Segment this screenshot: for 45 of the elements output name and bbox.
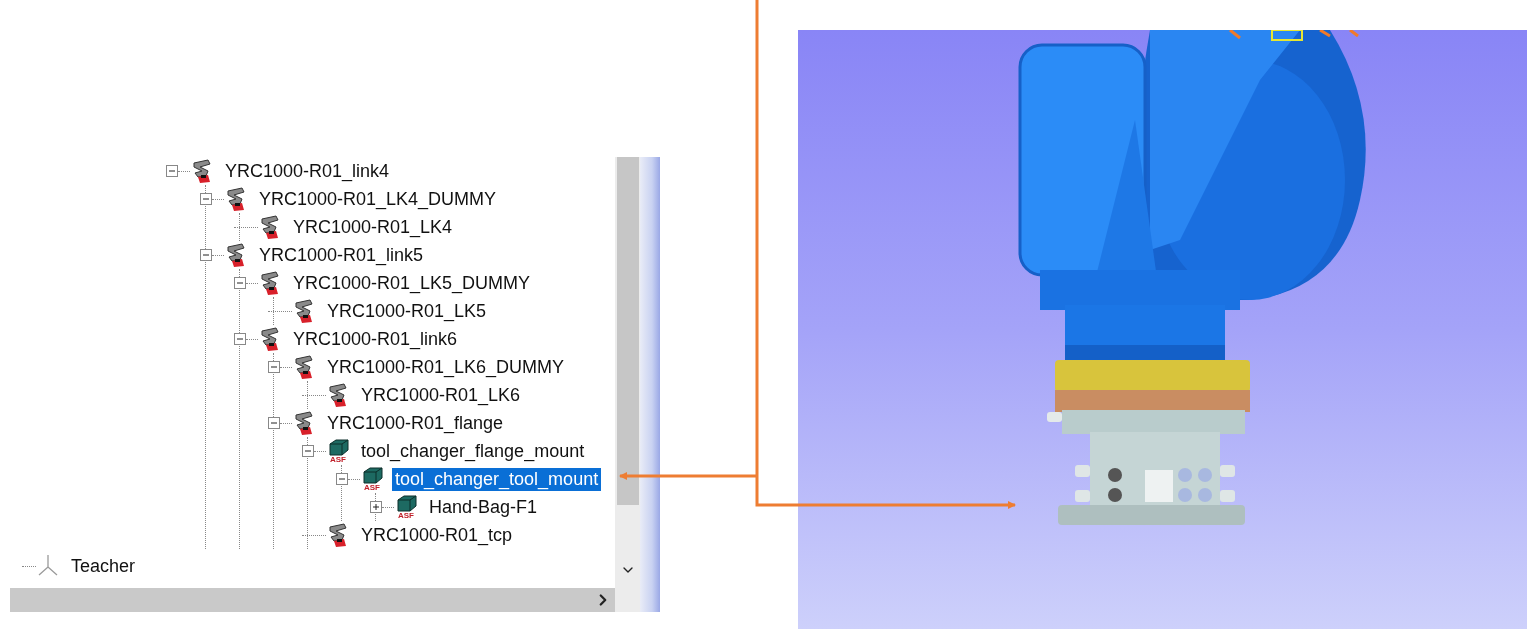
frame-icon [326,522,350,548]
collapse-toggle[interactable] [200,193,212,205]
scrollbar-thumb[interactable] [616,157,639,505]
tree-item[interactable]: YRC1000-R01_link6 [290,327,461,351]
collapse-toggle[interactable] [336,473,348,485]
vertical-scrollbar[interactable] [615,157,640,612]
frame-icon [292,354,316,380]
frame-icon [258,270,282,296]
tree-item[interactable]: tool_changer_flange_mount [358,439,588,463]
icon-label: ASF [364,484,380,492]
expand-toggle[interactable] [370,501,382,513]
tree-item[interactable]: YRC1000-R01_LK5 [324,299,490,323]
tree-item[interactable]: YRC1000-R01_LK5_DUMMY [290,271,534,295]
frame-icon [258,214,282,240]
frame-icon [292,410,316,436]
collapse-toggle[interactable] [268,361,280,373]
tree-item[interactable]: YRC1000-R01_tcp [358,523,516,547]
tree-item[interactable]: YRC1000-R01_link4 [222,159,393,183]
frame-icon [258,326,282,352]
icon-label: ASF [398,512,414,520]
tree-item[interactable]: Teacher [68,554,139,578]
collapse-toggle[interactable] [200,249,212,261]
tree-item[interactable]: YRC1000-R01_LK4 [290,215,456,239]
tree-item[interactable]: tool_changer_tool_mount [392,467,602,491]
collapse-toggle[interactable] [302,445,314,457]
cube-icon [326,438,350,456]
collapse-toggle[interactable] [234,333,246,345]
frame-icon [224,186,248,212]
cube-icon [360,466,384,484]
collapse-toggle[interactable] [166,165,178,177]
horizontal-scrollbar[interactable] [10,588,615,612]
tree-item[interactable]: Hand-Bag-F1 [426,495,541,519]
frame-icon [224,242,248,268]
tree-item[interactable]: YRC1000-R01_LK6 [358,383,524,407]
frame-icon [292,298,316,324]
collapse-toggle[interactable] [268,417,280,429]
frame-icon [190,158,214,184]
collapse-toggle[interactable] [234,277,246,289]
tree-item[interactable]: YRC1000-R01_flange [324,411,507,435]
tree-item[interactable]: YRC1000-R01_LK6_DUMMY [324,355,568,379]
tree-item[interactable]: YRC1000-R01_LK4_DUMMY [256,187,500,211]
icon-label: ASF [330,456,346,464]
tree-item[interactable]: YRC1000-R01_link5 [256,243,427,267]
cube-icon [394,494,418,512]
frame-icon [326,382,350,408]
